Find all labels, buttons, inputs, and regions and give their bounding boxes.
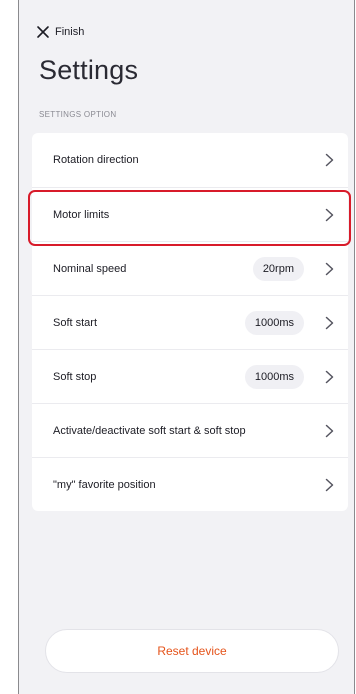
chevron-right-icon — [325, 262, 334, 275]
page-title: Settings — [39, 55, 139, 85]
settings-item-motor-limits[interactable]: Motor limits — [32, 187, 348, 241]
chevron-right-icon — [325, 208, 334, 221]
reset-device-button[interactable]: Reset device — [45, 629, 339, 673]
settings-item-rotation-direction[interactable]: Rotation direction — [32, 133, 348, 187]
settings-screen: Finish Settings SETTINGS OPTION Rotation… — [18, 0, 355, 694]
finish-button[interactable]: Finish — [36, 25, 84, 39]
chevron-right-icon — [325, 424, 334, 437]
settings-item-activate-soft-start-stop[interactable]: Activate/deactivate soft start & soft st… — [32, 403, 348, 457]
settings-item-value: 1000ms — [244, 364, 304, 389]
chevron-right-icon — [325, 153, 334, 167]
settings-item-label: "my" favorite position — [53, 478, 156, 491]
settings-item-favorite-position[interactable]: "my" favorite position — [32, 457, 348, 511]
section-label: SETTINGS OPTION — [39, 110, 117, 119]
close-icon — [37, 26, 49, 38]
settings-item-label: Activate/deactivate soft start & soft st… — [53, 424, 246, 437]
chevron-right-icon — [325, 370, 334, 383]
finish-label: Finish — [55, 26, 85, 38]
settings-item-value: 20rpm — [252, 256, 304, 281]
settings-item-nominal-speed[interactable]: Nominal speed 20rpm — [32, 241, 348, 295]
settings-item-label: Nominal speed — [53, 262, 127, 275]
settings-item-soft-start[interactable]: Soft start 1000ms — [32, 295, 348, 349]
chevron-right-icon — [325, 478, 334, 491]
settings-item-label: Soft stop — [53, 370, 97, 383]
settings-item-label: Motor limits — [53, 208, 110, 221]
settings-item-label: Rotation direction — [53, 154, 139, 166]
settings-list: Rotation direction Motor limits Nominal … — [32, 133, 348, 511]
chevron-right-icon — [325, 316, 334, 329]
settings-item-label: Soft start — [53, 316, 98, 329]
settings-item-value: 1000ms — [244, 310, 304, 335]
settings-item-soft-stop[interactable]: Soft stop 1000ms — [32, 349, 348, 403]
